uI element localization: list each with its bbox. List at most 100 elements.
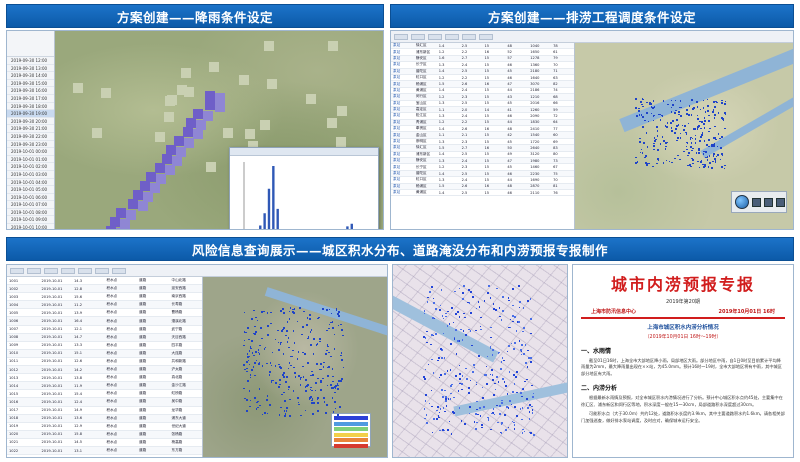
table-row[interactable]: 1022 2019-10-01 13.1 积水点 道路 东方路 xyxy=(7,446,202,456)
zoom-in-icon[interactable] xyxy=(752,197,761,207)
drainage-point xyxy=(703,117,706,119)
rain-list-item[interactable]: 2019-10-01 08:00 xyxy=(7,209,54,217)
table-row[interactable]: 1005 2019-10-01 13.9 积水点 道路 曹杨路 xyxy=(7,309,202,318)
table-row[interactable]: 1013 2019-10-01 13.8 积水点 道路 真北路 xyxy=(7,374,202,383)
rain-list-item[interactable]: 2019-10-01 02:00 xyxy=(7,163,54,171)
rain-list-item[interactable]: 2019-09-30 19:00 xyxy=(7,110,54,118)
flooded-road-point xyxy=(508,299,511,302)
map-navigation-widget[interactable] xyxy=(731,191,787,213)
table-row[interactable]: 1019 2019-10-01 12.9 积水点 道路 世纪大道 xyxy=(7,423,202,431)
rain-list-item[interactable]: 2019-09-30 17:00 xyxy=(7,95,54,103)
rain-list-item[interactable]: 2019-10-01 09:00 xyxy=(7,216,54,225)
globe-icon[interactable] xyxy=(735,195,749,209)
table-row[interactable]: 1017 2019-10-01 14.9 积水点 道路 龙华路 xyxy=(7,407,202,415)
table-row[interactable]: 1006 2019-10-01 16.4 积水点 道路 漕溪北路 xyxy=(7,317,202,326)
drainage-point xyxy=(702,99,705,102)
flooded-road-point xyxy=(452,321,455,324)
waterlogging-point xyxy=(279,378,281,381)
table-cell: 13.8 xyxy=(74,375,83,380)
table-row[interactable]: 1021 2019-10-01 14.5 积水点 道路 杨高路 xyxy=(7,439,202,447)
toolbar-button-5[interactable] xyxy=(462,33,476,40)
rain-list-item[interactable]: 2019-09-30 22:00 xyxy=(7,133,54,141)
toolbar-button-2[interactable] xyxy=(411,33,425,40)
rain-list-item[interactable]: 2019-10-01 05:00 xyxy=(7,186,54,194)
rain-list-item[interactable]: 2019-09-30 12:00 xyxy=(7,57,54,65)
rain-time-list[interactable]: 2019-09-30 12:00 2019-09-30 13:00 2019-09-… xyxy=(7,31,55,229)
risk-toolbar-button-4[interactable] xyxy=(61,267,75,274)
waterlogging-point xyxy=(293,342,296,344)
table-row[interactable]: 1016 2019-10-01 12.4 积水点 道路 吴中路 xyxy=(7,398,202,407)
risk-toolbar-button-1[interactable] xyxy=(10,267,24,274)
flooded-road-point xyxy=(502,296,505,298)
risk-toolbar-button-5[interactable] xyxy=(78,267,92,274)
drainage-table[interactable]: 泵站 徐汇区 1.4 2.5 15 48 1040 78 泵站 浦东新区 1.2 2.2 16 52 165… xyxy=(391,43,575,229)
flooded-road-point xyxy=(500,423,503,426)
table-row[interactable]: 1008 2019-10-01 14.7 积水点 道路 天目西路 xyxy=(7,333,202,342)
waterlogging-point xyxy=(247,359,250,362)
rain-list-item[interactable]: 2019-10-01 07:00 xyxy=(7,201,54,209)
flooded-road-point xyxy=(483,300,486,302)
table-row[interactable]: 1015 2019-10-01 15.4 积水点 道路 虹桥路 xyxy=(7,390,202,399)
rain-list-item[interactable]: 2019-09-30 16:00 xyxy=(7,87,54,95)
road-flood-map[interactable] xyxy=(393,265,567,457)
drainage-point xyxy=(663,140,666,142)
waterlogging-point xyxy=(279,342,282,345)
toolbar-button-3[interactable] xyxy=(428,33,442,40)
table-row[interactable]: 1001 2019-10-01 14.3 积水点 道路 中山北路 xyxy=(7,277,202,286)
drainage-point xyxy=(642,105,644,108)
rain-list-item[interactable]: 2019-09-30 14:00 xyxy=(7,72,54,80)
table-row[interactable]: 1009 2019-10-01 13.3 积水点 道路 四平路 xyxy=(7,342,202,350)
drainage-point xyxy=(659,143,662,145)
table-row[interactable]: 1011 2019-10-01 12.6 积水点 道路 共和新路 xyxy=(7,358,202,367)
rain-list-item[interactable]: 2019-10-01 06:00 xyxy=(7,194,54,202)
table-row[interactable]: 1010 2019-10-01 15.1 积水点 道路 大连路 xyxy=(7,349,202,358)
risk-table[interactable]: 1001 2019-10-01 14.3 积水点 道路 中山北路 1002 2019-10-0… xyxy=(7,277,203,457)
risk-toolbar-button-2[interactable] xyxy=(27,267,41,274)
table-cell: 63 xyxy=(553,75,558,80)
waterlogging-point xyxy=(246,361,248,363)
rain-list-item[interactable]: 2019-09-30 15:00 xyxy=(7,80,54,88)
risk-toolbar-button-7[interactable] xyxy=(112,267,126,274)
drainage-point xyxy=(688,105,691,107)
drainage-map[interactable] xyxy=(575,43,793,229)
waterlogging-point xyxy=(266,395,269,397)
table-row[interactable]: 1003 2019-10-01 15.6 积水点 道路 南京西路 xyxy=(7,293,202,302)
rain-list-item[interactable]: 2019-09-30 18:00 xyxy=(7,103,54,111)
table-row[interactable]: 1004 2019-10-01 11.2 积水点 道路 长寿路 xyxy=(7,301,202,310)
zoom-out-icon[interactable] xyxy=(764,197,773,207)
rain-list-item[interactable]: 2019-10-01 10:00 xyxy=(7,224,54,229)
rain-list-item[interactable]: 2019-10-01 00:00 xyxy=(7,148,54,156)
drainage-point xyxy=(670,127,673,129)
table-cell: 74 xyxy=(553,88,558,93)
toolbar-button-6[interactable] xyxy=(479,33,493,40)
waterlogging-point xyxy=(258,388,261,390)
waterlogging-map[interactable] xyxy=(203,277,387,457)
risk-toolbar-button-3[interactable] xyxy=(44,267,58,274)
table-cell: 64 xyxy=(553,120,558,125)
banner-rainfall: 方案创建——降雨条件设定 xyxy=(6,4,384,28)
flooded-road-point xyxy=(531,412,534,414)
table-row[interactable]: 1012 2019-10-01 14.2 积水点 道路 沪太路 xyxy=(7,366,202,375)
rain-list-item[interactable]: 2019-09-30 23:00 xyxy=(7,141,54,149)
table-row[interactable]: 1014 2019-10-01 11.9 积水点 道路 金沙江路 xyxy=(7,382,202,391)
toolbar-button-4[interactable] xyxy=(445,33,459,40)
layers-icon[interactable] xyxy=(776,197,785,207)
rainfall-grid-cell xyxy=(306,94,316,104)
risk-toolbar-button-6[interactable] xyxy=(95,267,109,274)
toolbar-button-1[interactable] xyxy=(394,33,408,40)
waterlogging-point xyxy=(286,340,289,343)
rain-list-item[interactable]: 2019-09-30 21:00 xyxy=(7,125,54,133)
rain-list-item[interactable]: 2019-10-01 03:00 xyxy=(7,171,54,179)
table-row[interactable]: 1007 2019-10-01 12.1 积水点 道路 武宁路 xyxy=(7,326,202,334)
table-cell: 道路 xyxy=(139,407,147,412)
rain-list-item[interactable]: 2019-09-30 13:00 xyxy=(7,65,54,73)
rain-list-item[interactable]: 2019-10-01 04:00 xyxy=(7,179,54,187)
flooded-road-point xyxy=(523,430,526,433)
table-row[interactable]: 1002 2019-10-01 12.8 积水点 道路 延安西路 xyxy=(7,285,202,294)
waterlogging-point xyxy=(312,374,314,376)
rain-list-item[interactable]: 2019-10-01 01:00 xyxy=(7,156,54,164)
table-row[interactable]: 泵站 黄浦区 1.4 2.5 15 46 2110 76 xyxy=(391,190,574,197)
table-row[interactable]: 1020 2019-10-01 15.8 积水点 道路 张杨路 xyxy=(7,430,202,439)
table-row[interactable]: 1018 2019-10-01 13.6 积水点 道路 浦东大道 xyxy=(7,414,202,423)
rain-list-item[interactable]: 2019-09-30 20:00 xyxy=(7,118,54,126)
